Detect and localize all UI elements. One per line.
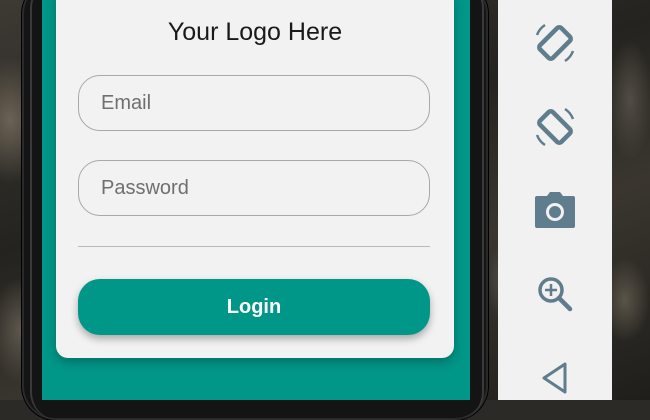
rotate-left-button[interactable] [527,15,583,71]
back-button[interactable] [527,350,583,406]
app-screen: Your Logo Here Login [42,0,470,400]
zoom-button[interactable] [527,266,583,322]
back-icon [539,361,571,395]
logo-text: Your Logo Here [167,18,343,46]
screenshot-button[interactable] [527,182,583,238]
emulator-toolbar [498,0,612,400]
login-button[interactable]: Login [78,279,430,335]
email-field[interactable] [78,75,430,131]
rotate-left-icon [531,19,579,67]
zoom-in-icon [535,274,575,314]
rotate-right-icon [531,103,579,151]
rotate-right-button[interactable] [527,99,583,155]
password-field[interactable] [78,160,430,216]
divider [78,246,430,247]
camera-icon [533,190,577,230]
login-card: Your Logo Here Login [56,0,454,358]
